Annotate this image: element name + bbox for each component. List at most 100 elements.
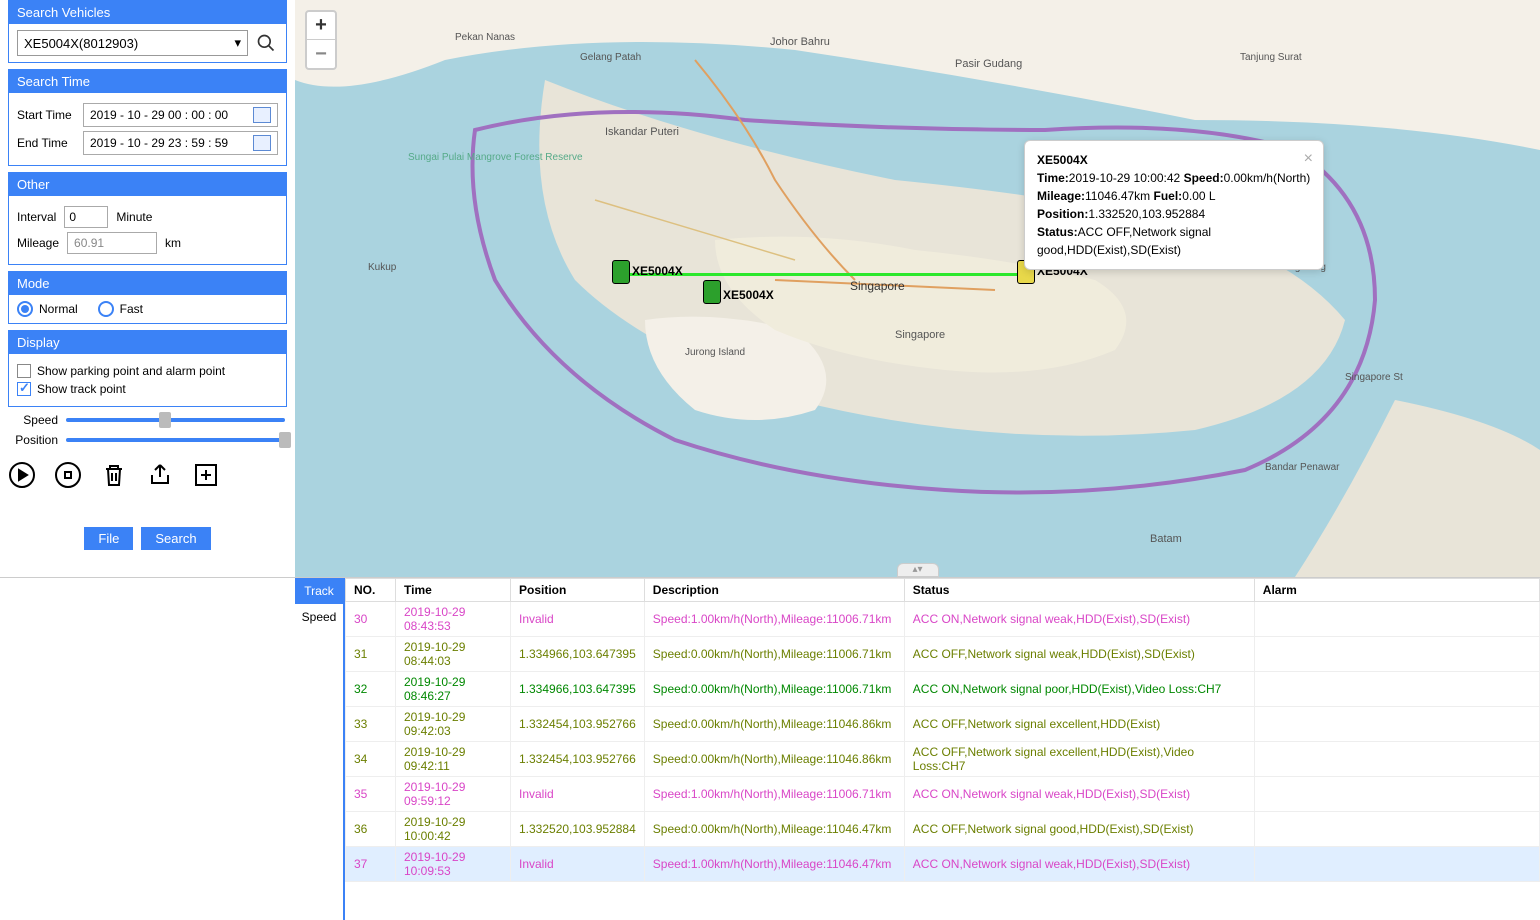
- close-icon[interactable]: ×: [1304, 147, 1313, 171]
- popup-fuel-label: Fuel:: [1154, 189, 1183, 203]
- popup-status-label: Status:: [1037, 225, 1078, 239]
- display-panel: Display Show parking point and alarm poi…: [8, 330, 287, 407]
- delete-button[interactable]: [100, 461, 128, 489]
- speed-slider-label: Speed: [10, 413, 58, 427]
- other-panel: Other Interval Minute Mileage km: [8, 172, 287, 265]
- position-slider[interactable]: [66, 438, 285, 442]
- side-tabs: Track Speed: [295, 578, 343, 920]
- table-row[interactable]: 362019-10-29 10:00:421.332520,103.952884…: [346, 812, 1540, 847]
- cell-status: ACC OFF,Network signal excellent,HDD(Exi…: [904, 742, 1254, 777]
- col-time[interactable]: Time: [396, 579, 511, 602]
- vehicle-marker[interactable]: [703, 280, 721, 304]
- start-time-value: 2019 - 10 - 29 00 : 00 : 00: [90, 108, 228, 122]
- cell-alarm: [1254, 707, 1539, 742]
- search-button[interactable]: Search: [141, 527, 210, 550]
- cell-no: 33: [346, 707, 396, 742]
- cell-alarm: [1254, 742, 1539, 777]
- radio-icon: [17, 301, 33, 317]
- cell-description: Speed:0.00km/h(North),Mileage:11046.86km: [644, 707, 904, 742]
- table-row[interactable]: 302019-10-29 08:43:53InvalidSpeed:1.00km…: [346, 602, 1540, 637]
- table-row[interactable]: 372019-10-29 10:09:53InvalidSpeed:1.00km…: [346, 847, 1540, 882]
- cell-status: ACC OFF,Network signal good,HDD(Exist),S…: [904, 812, 1254, 847]
- popup-position-value: 1.332520,103.952884: [1088, 207, 1205, 221]
- show-parking-label: Show parking point and alarm point: [37, 364, 225, 378]
- vehicle-marker-label: XE5004X: [632, 264, 683, 278]
- file-button[interactable]: File: [84, 527, 133, 550]
- cell-time: 2019-10-29 08:46:27: [396, 672, 511, 707]
- col-status[interactable]: Status: [904, 579, 1254, 602]
- panel-drag-handle[interactable]: ▴▾: [897, 563, 939, 577]
- display-title: Display: [9, 331, 286, 354]
- mode-fast-label: Fast: [120, 302, 143, 316]
- cell-status: ACC ON,Network signal poor,HDD(Exist),Vi…: [904, 672, 1254, 707]
- start-time-input[interactable]: 2019 - 10 - 29 00 : 00 : 00: [83, 103, 278, 127]
- tab-track[interactable]: Track: [295, 578, 343, 604]
- svg-text:Singapore: Singapore: [850, 279, 905, 293]
- export-button[interactable]: [146, 461, 174, 489]
- table-row[interactable]: 342019-10-29 09:42:111.332454,103.952766…: [346, 742, 1540, 777]
- mode-normal-radio[interactable]: Normal: [17, 301, 78, 317]
- mode-fast-radio[interactable]: Fast: [98, 301, 143, 317]
- interval-label: Interval: [17, 210, 56, 224]
- cell-position: 1.334966,103.647395: [511, 637, 645, 672]
- calendar-icon[interactable]: [253, 135, 271, 151]
- popup-fuel-value: 0.00 L: [1182, 189, 1215, 203]
- calendar-icon[interactable]: [253, 107, 271, 123]
- mileage-label: Mileage: [17, 236, 59, 250]
- cell-status: ACC OFF,Network signal weak,HDD(Exist),S…: [904, 637, 1254, 672]
- cell-no: 31: [346, 637, 396, 672]
- cell-position: Invalid: [511, 602, 645, 637]
- end-time-input[interactable]: 2019 - 10 - 29 23 : 59 : 59: [83, 131, 278, 155]
- col-no[interactable]: NO.: [346, 579, 396, 602]
- svg-text:Singapore: Singapore: [895, 329, 945, 341]
- cell-position: Invalid: [511, 777, 645, 812]
- popup-mileage-value: 11046.47km: [1085, 189, 1150, 203]
- popup-speed-value: 0.00km/h(North): [1224, 171, 1311, 185]
- zoom-out-button[interactable]: −: [307, 40, 335, 68]
- show-parking-checkbox[interactable]: Show parking point and alarm point: [17, 364, 278, 378]
- cell-alarm: [1254, 672, 1539, 707]
- speed-slider[interactable]: [66, 418, 285, 422]
- tab-speed[interactable]: Speed: [295, 604, 343, 630]
- slider-thumb-icon[interactable]: [279, 432, 291, 448]
- cell-description: Speed:1.00km/h(North),Mileage:11006.71km: [644, 602, 904, 637]
- table-row[interactable]: 312019-10-29 08:44:031.334966,103.647395…: [346, 637, 1540, 672]
- col-alarm[interactable]: Alarm: [1254, 579, 1539, 602]
- checkbox-icon: [17, 382, 31, 396]
- other-title: Other: [9, 173, 286, 196]
- popup-title: XE5004X: [1037, 153, 1088, 167]
- col-position[interactable]: Position: [511, 579, 645, 602]
- cell-time: 2019-10-29 10:09:53: [396, 847, 511, 882]
- stop-button[interactable]: [54, 461, 82, 489]
- cell-position: 1.334966,103.647395: [511, 672, 645, 707]
- table-row[interactable]: 332019-10-29 09:42:031.332454,103.952766…: [346, 707, 1540, 742]
- vehicle-marker-label: XE5004X: [723, 288, 774, 302]
- mileage-input[interactable]: [67, 232, 157, 254]
- map-view[interactable]: Johor Bahru Pasir Gudang Singapore Singa…: [295, 0, 1540, 577]
- slider-thumb-icon[interactable]: [159, 412, 171, 428]
- zoom-in-button[interactable]: +: [307, 12, 335, 40]
- add-button[interactable]: [192, 461, 220, 489]
- show-track-checkbox[interactable]: Show track point: [17, 382, 278, 396]
- popup-time-value: 2019-10-29 10:00:42: [1069, 171, 1180, 185]
- interval-input[interactable]: [64, 206, 108, 228]
- vehicle-select[interactable]: XE5004X(8012903) ▾: [17, 30, 248, 56]
- end-time-label: End Time: [17, 136, 77, 150]
- search-icon[interactable]: [254, 31, 278, 55]
- chevron-down-icon: ▾: [234, 35, 241, 51]
- vehicle-marker[interactable]: [612, 260, 630, 284]
- cell-time: 2019-10-29 09:59:12: [396, 777, 511, 812]
- cell-status: ACC ON,Network signal weak,HDD(Exist),SD…: [904, 777, 1254, 812]
- table-row[interactable]: 352019-10-29 09:59:12InvalidSpeed:1.00km…: [346, 777, 1540, 812]
- cell-position: 1.332454,103.952766: [511, 742, 645, 777]
- table-row[interactable]: 322019-10-29 08:46:271.334966,103.647395…: [346, 672, 1540, 707]
- cell-alarm: [1254, 637, 1539, 672]
- svg-text:Pekan Nanas: Pekan Nanas: [455, 32, 515, 43]
- col-description[interactable]: Description: [644, 579, 904, 602]
- svg-text:Iskandar Puteri: Iskandar Puteri: [605, 126, 679, 138]
- svg-text:Kukup: Kukup: [368, 262, 397, 273]
- cell-status: ACC ON,Network signal weak,HDD(Exist),SD…: [904, 602, 1254, 637]
- svg-text:Johor Bahru: Johor Bahru: [770, 36, 830, 48]
- play-button[interactable]: [8, 461, 36, 489]
- show-track-label: Show track point: [37, 382, 126, 396]
